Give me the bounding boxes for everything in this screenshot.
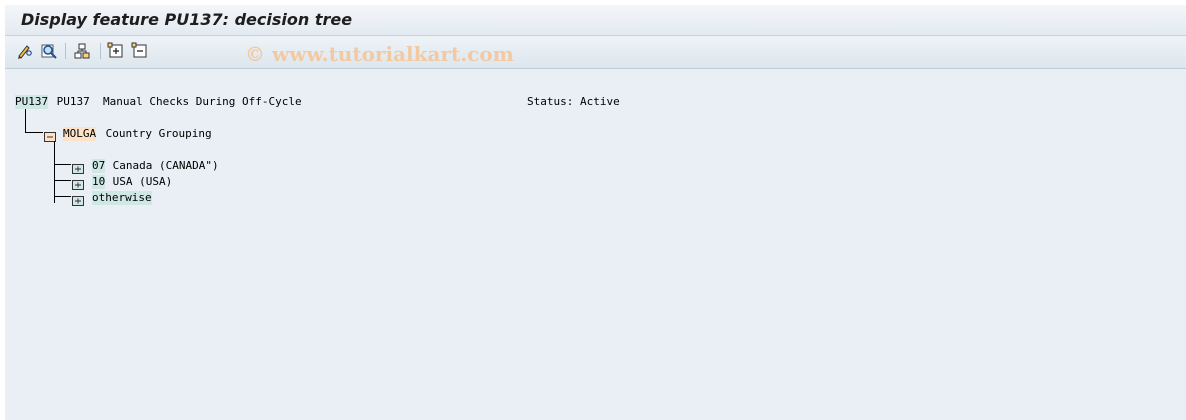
tree-node-text: Canada (CANADA")	[106, 159, 219, 172]
folder-closed-icon[interactable]	[72, 191, 84, 206]
expand-icon[interactable]	[107, 42, 125, 60]
root-node-key[interactable]: PU137	[15, 95, 49, 109]
folder-open-icon[interactable]	[44, 127, 56, 142]
tree-connector	[54, 196, 71, 197]
page-title: Display feature PU137: decision tree	[21, 10, 353, 29]
folder-closed-icon[interactable]	[72, 175, 84, 190]
tree-connector	[54, 141, 55, 203]
tree-node-text: USA (USA)	[106, 175, 173, 188]
decision-tree: PU137 PU137 Manual Checks During Off-Cyc…	[5, 69, 1186, 420]
molga-node-text: Country Grouping	[99, 127, 212, 140]
toolbar-separator	[100, 43, 101, 59]
find-icon[interactable]	[40, 42, 58, 60]
status-text: Status: Active	[527, 95, 620, 108]
app-window: Display feature PU137: decision tree © w…	[5, 5, 1186, 420]
title-bar: Display feature PU137: decision tree	[5, 5, 1186, 36]
tree-node-key[interactable]: 10	[92, 175, 106, 189]
molga-node-key[interactable]: MOLGA	[63, 127, 97, 141]
tree-connector	[25, 109, 26, 132]
tree-connector	[54, 164, 71, 165]
toolbar-separator	[65, 43, 66, 59]
application-toolbar: © www.tutorialkart.com	[5, 36, 1186, 69]
collapse-icon[interactable]	[131, 42, 149, 60]
tree-connector	[25, 132, 43, 133]
tree-node-key[interactable]: 07	[92, 159, 106, 173]
edit-icon[interactable]	[16, 42, 34, 60]
folder-closed-icon[interactable]	[72, 159, 84, 174]
hierarchy-icon[interactable]	[73, 42, 91, 60]
tree-node-key[interactable]: otherwise	[92, 191, 152, 205]
tree-connector	[54, 180, 71, 181]
watermark: © www.tutorialkart.com	[245, 42, 514, 66]
root-node-text: PU137 Manual Checks During Off-Cycle	[50, 95, 302, 108]
